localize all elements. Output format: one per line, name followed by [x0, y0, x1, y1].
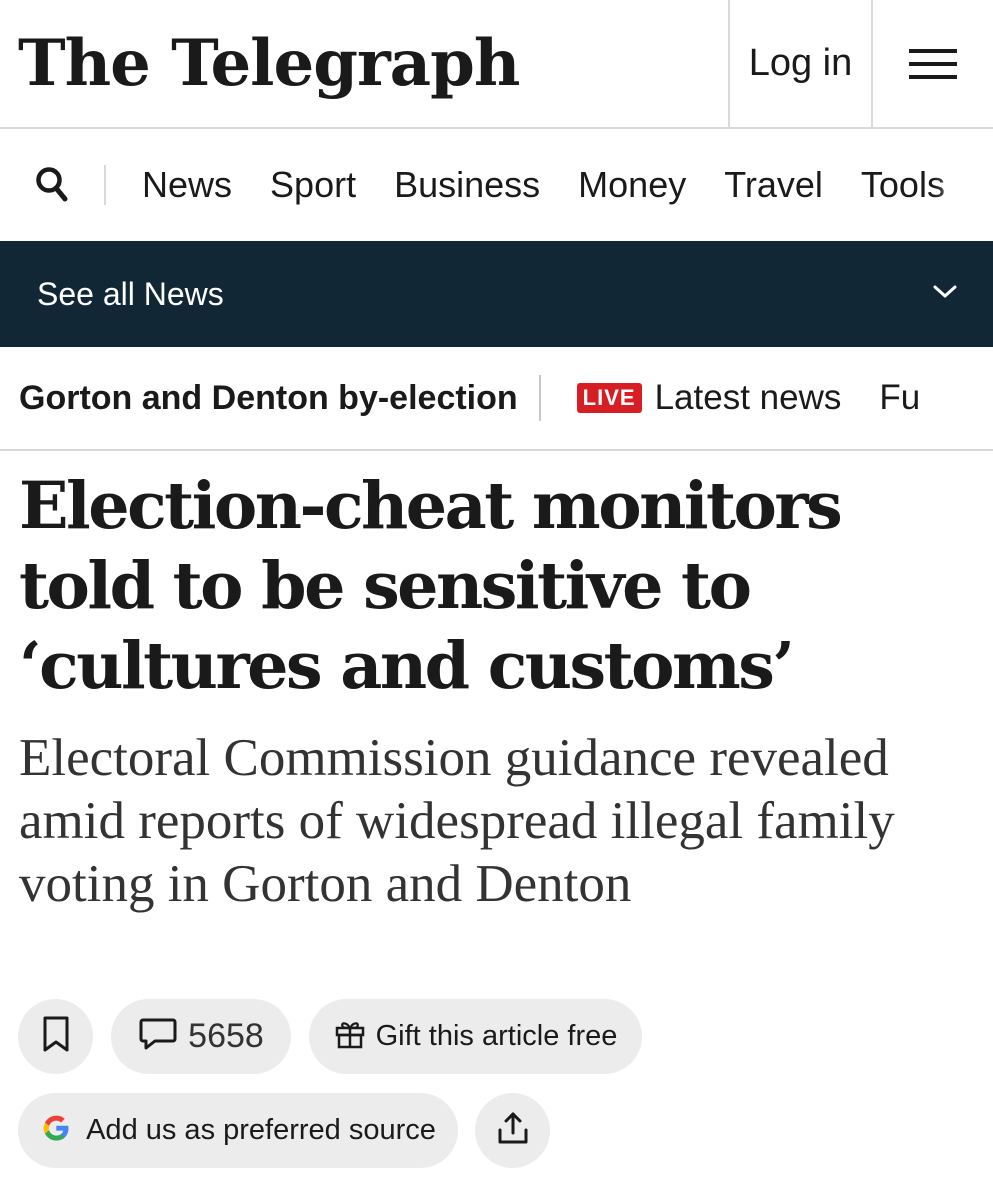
- latest-news-link[interactable]: Latest news: [655, 378, 842, 418]
- google-icon: [40, 1112, 72, 1149]
- nav-item-money[interactable]: Money: [578, 164, 686, 206]
- menu-line: [909, 61, 957, 66]
- masthead: The Telegraph Log in: [0, 0, 993, 129]
- section-dropdown[interactable]: See all News: [0, 241, 993, 347]
- menu-line: [909, 74, 957, 79]
- article-standfirst: Electoral Commission guidance revealed a…: [19, 729, 895, 913]
- bookmark-button[interactable]: [18, 999, 93, 1074]
- nav-item-sport[interactable]: Sport: [270, 164, 356, 206]
- bookmark-icon: [41, 1015, 71, 1058]
- nav-item-news[interactable]: News: [142, 164, 232, 206]
- topic-strip: Gorton and Denton by-election LIVE Lates…: [0, 347, 993, 451]
- gift-article-button[interactable]: Gift this article free: [309, 999, 642, 1074]
- section-dropdown-label: See all News: [37, 275, 224, 312]
- share-icon: [496, 1110, 530, 1151]
- topic-scroll-fade: [923, 347, 993, 449]
- article-headline: Election-cheat monitors told to be sensi…: [19, 468, 843, 704]
- topic-divider: [538, 375, 541, 421]
- hamburger-menu-icon[interactable]: [871, 0, 993, 127]
- chevron-down-icon: [933, 285, 957, 304]
- live-badge: LIVE: [576, 383, 642, 413]
- nav-item-business[interactable]: Business: [394, 164, 540, 206]
- preferred-source-label: Add us as preferred source: [86, 1114, 436, 1146]
- comments-count: 5658: [188, 1017, 264, 1055]
- next-topic-link[interactable]: Fu: [879, 378, 920, 418]
- comment-icon: [138, 1016, 178, 1057]
- comments-button[interactable]: 5658: [111, 999, 291, 1074]
- primary-nav: News Sport Business Money Travel Tools: [0, 129, 993, 241]
- topic-title[interactable]: Gorton and Denton by-election: [19, 379, 518, 418]
- telegraph-logo[interactable]: The Telegraph: [0, 0, 728, 127]
- search-icon[interactable]: [0, 129, 104, 241]
- search-icon-glyph: [36, 167, 68, 202]
- login-button[interactable]: Log in: [728, 0, 871, 127]
- nav-scroll-fade: [933, 129, 993, 241]
- nav-divider: [104, 165, 106, 205]
- gift-article-label: Gift this article free: [375, 1020, 618, 1052]
- gift-icon: [334, 1018, 366, 1055]
- nav-item-travel[interactable]: Travel: [724, 164, 823, 206]
- preferred-source-button[interactable]: Add us as preferred source: [18, 1093, 458, 1168]
- share-button[interactable]: [475, 1093, 550, 1168]
- menu-line: [909, 48, 957, 53]
